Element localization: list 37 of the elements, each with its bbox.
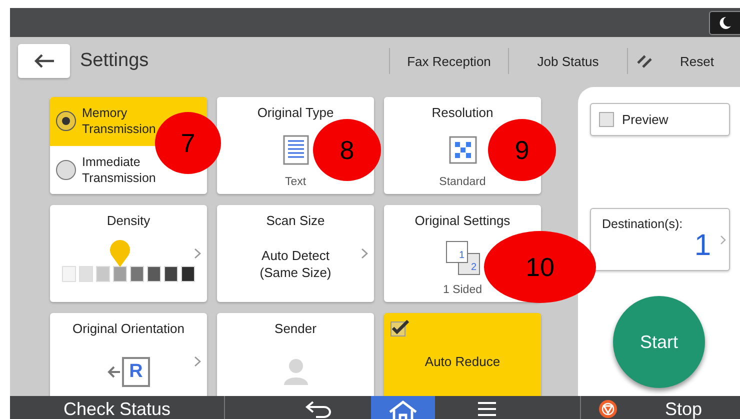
person-icon bbox=[282, 358, 308, 386]
stop-icon bbox=[599, 400, 617, 418]
checkbox-icon bbox=[390, 319, 410, 337]
setting-tile[interactable]: Sender bbox=[217, 313, 374, 396]
radio-icon bbox=[56, 160, 76, 180]
menu-icon bbox=[478, 400, 496, 416]
scan-size-value: Auto Detect (Same Size) bbox=[258, 246, 332, 280]
text-document-icon bbox=[282, 134, 308, 164]
header-action[interactable]: Job Status bbox=[509, 41, 627, 81]
setting-tile[interactable]: Scan Size Auto Detect (Same Size) bbox=[217, 205, 374, 302]
night-mode-button[interactable] bbox=[709, 10, 740, 34]
destinations-label: Destination(s): bbox=[602, 217, 683, 231]
header-action[interactable]: Fax Reception bbox=[390, 41, 508, 81]
moon-icon bbox=[718, 16, 732, 30]
auto-reduce-toggle[interactable]: Auto Reduce bbox=[384, 313, 541, 396]
chevron-icon bbox=[720, 235, 726, 245]
reset-icon bbox=[636, 53, 654, 69]
start-button[interactable]: Start bbox=[613, 296, 705, 388]
chevron-icon bbox=[361, 248, 368, 259]
screen-title: Settings bbox=[80, 50, 150, 72]
setting-tile[interactable]: Original Orientation R bbox=[50, 313, 207, 396]
check-status-button[interactable]: Check Status bbox=[10, 396, 225, 419]
stop-button[interactable]: Stop bbox=[581, 396, 740, 419]
destinations-button[interactable]: Destination(s): 1 bbox=[590, 208, 730, 271]
checker-pattern-icon bbox=[448, 136, 476, 164]
return-arrow-icon bbox=[304, 400, 334, 418]
header-action[interactable]: Reset bbox=[654, 41, 740, 81]
destination-count: 1 bbox=[694, 231, 711, 261]
chevron-icon bbox=[194, 248, 201, 259]
home-icon bbox=[386, 400, 418, 419]
radio-icon bbox=[56, 111, 76, 132]
chevron-icon bbox=[194, 356, 201, 367]
back-arrow-icon bbox=[33, 53, 55, 69]
preview-checkbox[interactable]: Preview bbox=[590, 103, 730, 136]
setting-tile[interactable]: Density bbox=[50, 205, 207, 302]
back-button[interactable] bbox=[18, 44, 70, 78]
home-nav-button[interactable] bbox=[370, 396, 434, 419]
